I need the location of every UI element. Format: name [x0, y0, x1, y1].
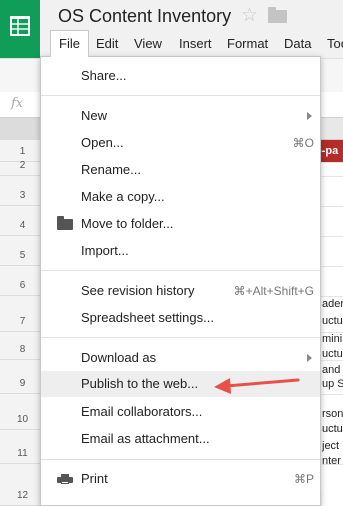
cell-fragment[interactable]: uctu [322, 423, 343, 435]
cell-fragment[interactable]: nter [322, 455, 343, 467]
menu-view[interactable]: View [134, 30, 162, 57]
row-header[interactable]: 3 [0, 176, 45, 206]
row-header[interactable]: 4 [0, 206, 45, 236]
submenu-arrow-icon [307, 112, 312, 120]
submenu-arrow-icon [307, 354, 312, 362]
menu-separator [41, 459, 320, 460]
menu-tools[interactable]: Too [327, 30, 343, 57]
row-header[interactable]: 7 [0, 296, 45, 332]
menu-item-make-copy[interactable]: Make a copy... [41, 184, 320, 210]
menu-file[interactable]: File [50, 30, 89, 57]
menu-item-spreadsheet-settings[interactable]: Spreadsheet settings... [41, 305, 320, 331]
menu-data[interactable]: Data [284, 30, 311, 57]
shortcut-revision-history: ⌘+Alt+Shift+G [233, 284, 314, 298]
select-all-corner[interactable] [0, 118, 45, 140]
sheets-logo-icon [10, 16, 30, 36]
row-header[interactable]: 9 [0, 360, 45, 394]
cell-fragment[interactable]: up S [322, 378, 343, 390]
row-header[interactable]: 11 [0, 430, 45, 464]
row-header[interactable]: 2 [0, 160, 45, 176]
folder-icon[interactable] [268, 7, 287, 23]
cell-fragment[interactable]: ject [322, 440, 343, 452]
menu-item-email-collaborators[interactable]: Email collaborators... [41, 399, 320, 425]
menu-item-rename[interactable]: Rename... [41, 157, 320, 183]
cell-fragment[interactable]: uctu [322, 348, 343, 360]
row-header[interactable]: 5 [0, 236, 45, 266]
menu-item-download-as[interactable]: Download as [41, 345, 320, 371]
file-menu-dropdown: Share... New Open... ⌘O Rename... Make a… [40, 56, 321, 506]
menu-item-email-attachment[interactable]: Email as attachment... [41, 426, 320, 452]
menu-item-move-to-folder[interactable]: Move to folder... [41, 211, 320, 237]
sheets-logo[interactable] [0, 0, 40, 58]
menu-item-print[interactable]: Print ⌘P [41, 466, 320, 492]
cell-fragment[interactable]: uctu [322, 315, 343, 327]
row-header[interactable]: 1 [0, 140, 45, 162]
shortcut-open: ⌘O [292, 136, 314, 150]
cell-fragment[interactable]: rson [322, 408, 343, 420]
menu-bar: File Edit View Insert Format Data Too [48, 30, 343, 57]
folder-icon [57, 216, 73, 230]
menu-item-new[interactable]: New [41, 103, 320, 129]
menu-separator [41, 270, 320, 271]
row-header[interactable]: 6 [0, 266, 45, 296]
menu-item-share[interactable]: Share... [41, 63, 320, 89]
menu-edit[interactable]: Edit [96, 30, 118, 57]
menu-item-open[interactable]: Open... ⌘O [41, 130, 320, 156]
annotation-arrow-icon [214, 378, 300, 394]
row-header[interactable]: 10 [0, 394, 45, 430]
menu-item-revision-history[interactable]: See revision history ⌘+Alt+Shift+G [41, 278, 320, 304]
star-icon[interactable]: ☆ [241, 6, 258, 25]
fx-icon: fx [11, 96, 24, 111]
shortcut-print: ⌘P [293, 472, 314, 486]
menu-separator [41, 337, 320, 338]
menu-insert[interactable]: Insert [179, 30, 212, 57]
cell-fragment[interactable]: ader [322, 298, 343, 310]
cell-fragment[interactable]: and [322, 364, 343, 376]
cell-fragment[interactable]: mini [322, 333, 343, 345]
row-header[interactable]: 12 [0, 464, 45, 506]
row-header[interactable]: 8 [0, 332, 45, 360]
document-title[interactable]: OS Content Inventory [58, 6, 231, 27]
menu-item-import[interactable]: Import... [41, 238, 320, 264]
menu-separator [41, 95, 320, 96]
menu-format[interactable]: Format [227, 30, 268, 57]
printer-icon [57, 474, 73, 484]
